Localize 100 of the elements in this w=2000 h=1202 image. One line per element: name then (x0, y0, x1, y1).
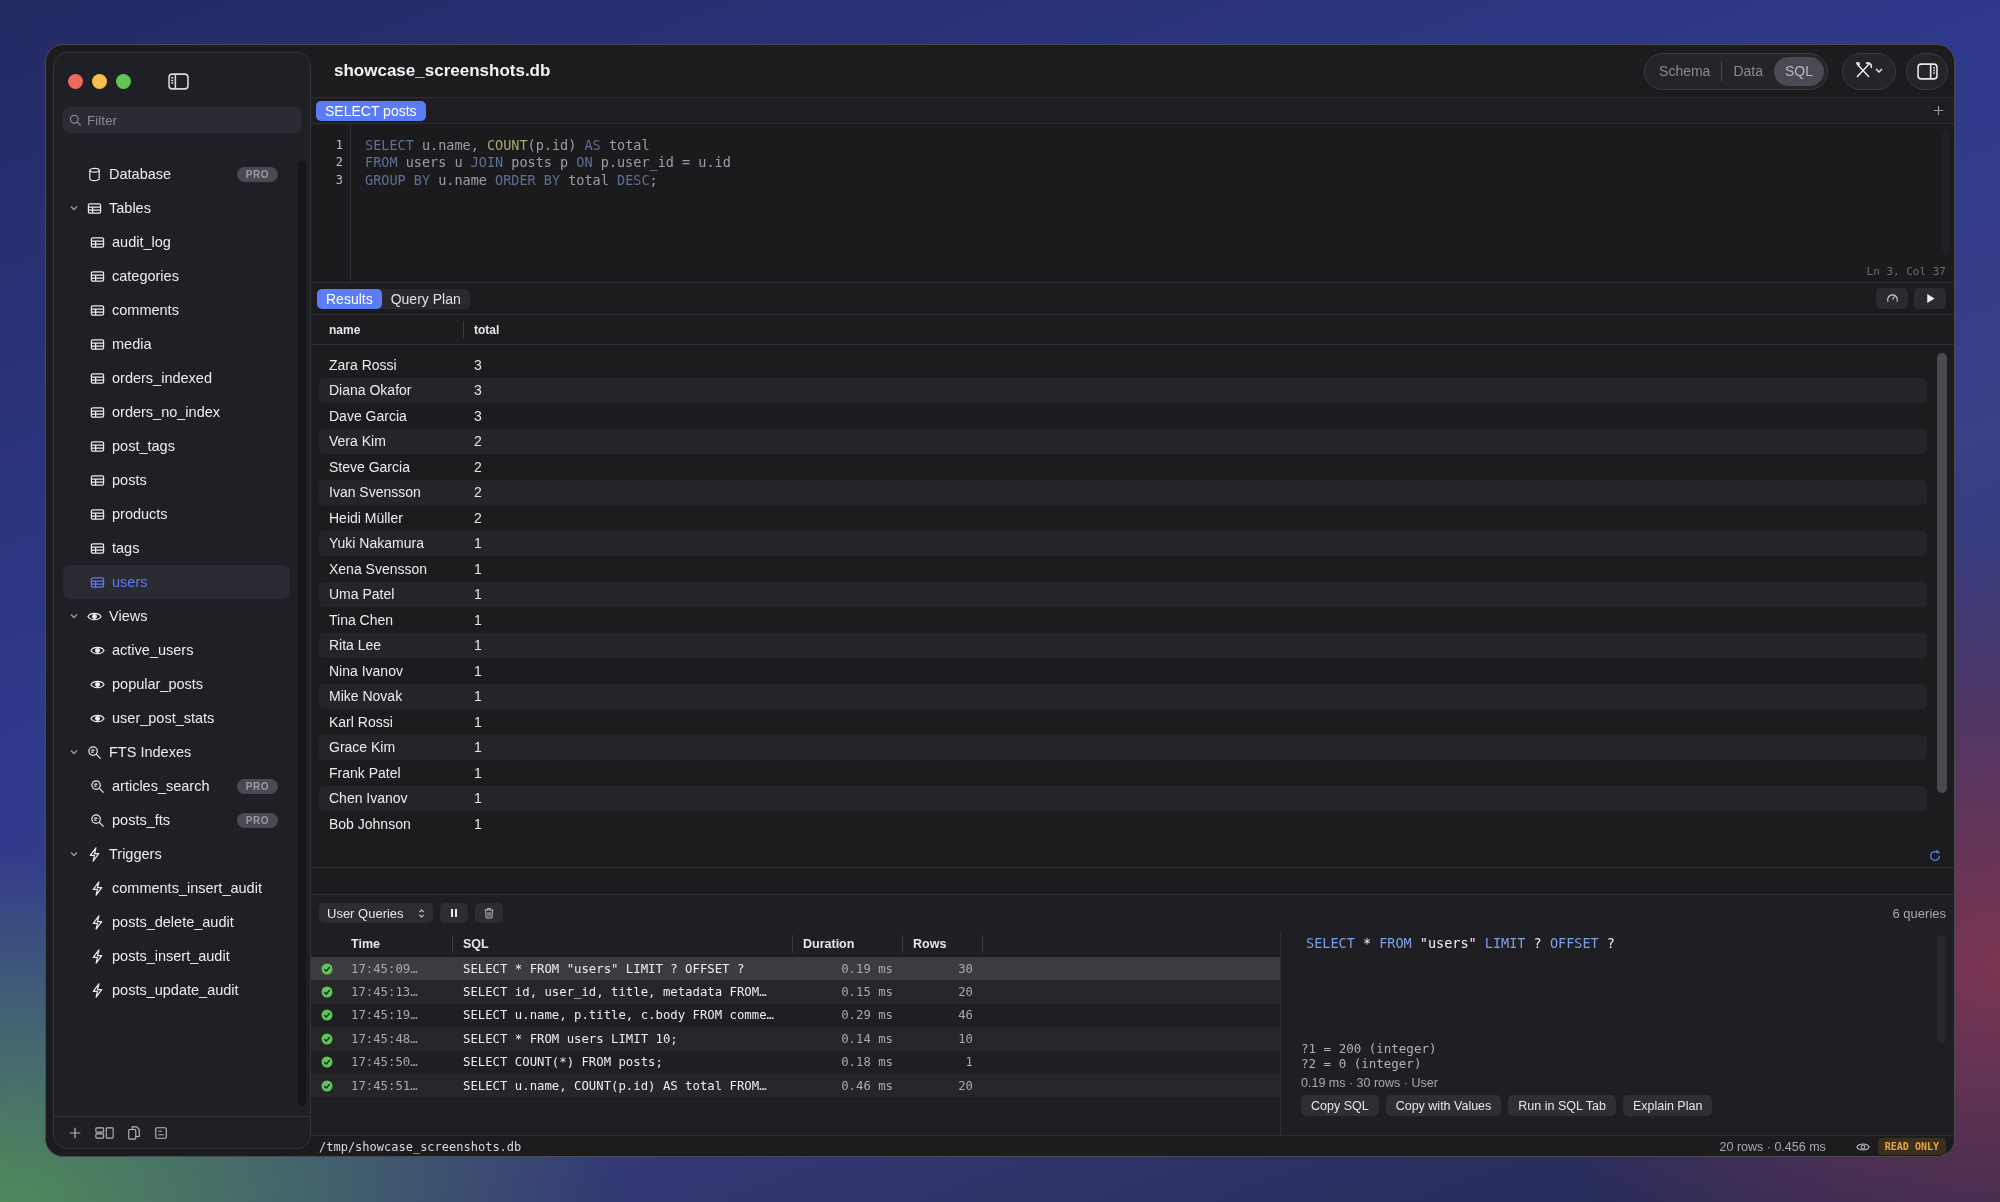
table-cell-text: Chen Ivanov (329, 790, 409, 807)
tree-item[interactable]: posts_delete_audit (63, 905, 290, 939)
query-row[interactable]: 17:45:19… SELECT u.name, p.title, c.body FROM comme… 0.29 ms 46 (311, 1003, 1280, 1028)
result-tab[interactable]: Results (317, 288, 382, 309)
tree-item[interactable]: user_post_stats (63, 701, 290, 735)
tree-item[interactable]: orders_indexed (63, 361, 290, 395)
code-line: SELECT u.name, COUNT(p.id) AS total (365, 137, 651, 155)
tree-item[interactable]: Triggers (63, 837, 290, 871)
lightning-icon (90, 880, 105, 896)
copy-icon[interactable] (127, 1125, 141, 1140)
view-tab[interactable]: Schema (1648, 56, 1722, 86)
tree-item[interactable]: FTS Indexes (63, 735, 290, 769)
table-icon (90, 506, 105, 522)
table-cell-text: SELECT u.name, COUNT(p.id) AS total FROM… (462, 1078, 768, 1093)
tree-item[interactable]: articles_search PRO (63, 769, 290, 803)
chevron-icon[interactable] (69, 203, 79, 213)
tree-item[interactable]: Tables (63, 191, 290, 225)
tree-item[interactable]: posts_fts PRO (63, 803, 290, 837)
action-button[interactable]: Copy SQL (1301, 1095, 1379, 1116)
column-header[interactable]: name (329, 320, 464, 339)
tree-item[interactable]: posts_insert_audit (63, 939, 290, 973)
action-button[interactable]: Run in SQL Tab (1508, 1095, 1616, 1116)
table-icon (90, 370, 105, 386)
tree-item[interactable]: Views (63, 599, 290, 633)
table-cell-text: Heidi Müller (329, 509, 404, 526)
gauge-button[interactable] (1876, 288, 1908, 309)
search-icon (90, 812, 105, 828)
tree-item[interactable]: orders_no_index (63, 395, 290, 429)
layout-icon[interactable] (95, 1125, 114, 1140)
tree-item[interactable]: comments_insert_audit (63, 871, 290, 905)
zoom-window-button[interactable] (116, 73, 131, 89)
view-tab[interactable]: SQL (1774, 56, 1824, 86)
filter-field[interactable]: Filter (62, 107, 302, 133)
query-filter-select[interactable]: User Queries (319, 903, 433, 923)
scrollbar[interactable] (1937, 353, 1947, 793)
tree-item[interactable]: posts (63, 463, 290, 497)
tree-item[interactable]: categories (63, 259, 290, 293)
tree-item[interactable]: comments (63, 293, 290, 327)
inspector-toggle-button[interactable] (1906, 52, 1948, 90)
query-tab[interactable]: SELECT posts (316, 100, 426, 121)
pause-button[interactable] (439, 903, 468, 923)
plus-icon[interactable] (68, 1125, 82, 1140)
chevron-icon[interactable] (69, 849, 79, 859)
column-header[interactable]: Duration (793, 935, 903, 953)
query-row[interactable]: 17:45:50… SELECT COUNT(*) FROM posts; 0.18 ms 1 (311, 1050, 1280, 1074)
action-button[interactable]: Explain Plan (1622, 1095, 1713, 1116)
tree-item[interactable]: post_tags (63, 429, 290, 463)
table-cell-text: SELECT COUNT(*) FROM posts; (462, 1055, 664, 1070)
column-header[interactable]: SQL (453, 935, 793, 953)
table-cell-text: Steve Garcia (329, 458, 411, 475)
tree-item[interactable]: posts_update_audit (63, 973, 290, 1007)
run-button[interactable] (1914, 288, 1946, 309)
query-row[interactable]: 17:45:09… SELECT * FROM "users" LIMIT ? OFFSET ? 0.19 ms 30 (311, 957, 1280, 981)
tree-item[interactable]: media (63, 327, 290, 361)
search-icon (69, 113, 82, 127)
updown-caret-icon (417, 907, 425, 919)
chevron-icon[interactable] (69, 747, 79, 757)
query-row[interactable]: 17:45:51… SELECT u.name, COUNT(p.id) AS total FROM… 0.46 ms 20 (311, 1073, 1280, 1098)
column-header[interactable]: Rows (903, 935, 983, 953)
table-cell: 1 (474, 739, 482, 756)
table-cell-text: Tina Chen (329, 611, 395, 628)
refresh-icon[interactable] (1928, 849, 1942, 863)
table-cell-text: Vera Kim (329, 433, 387, 450)
tree-item[interactable]: audit_log (63, 225, 290, 259)
column-header[interactable]: Time (343, 935, 453, 953)
tree-item[interactable]: users (63, 565, 290, 599)
tree-item[interactable]: Database PRO (63, 157, 290, 191)
minimize-window-button[interactable] (92, 73, 107, 89)
tree-item[interactable]: tags (63, 531, 290, 565)
code-editor[interactable]: 1 2 3 SELECT u.name, COUNT(p.id) AS total FROM users u JOIN posts p ON p.user_id = u.id GROUP BY u.name ORDER BY total DESC; Ln 3, Col 37 (311, 124, 1954, 283)
file-path: /tmp/showcase_screenshots.db (319, 1139, 522, 1154)
table-cell-text: Grace Kim (329, 739, 397, 756)
document-icon[interactable] (154, 1125, 168, 1140)
sidebar-panel-icon (1916, 62, 1938, 80)
table-cell-text: SELECT * FROM "users" LIMIT ? OFFSET ? (462, 961, 746, 976)
query-row[interactable]: 17:45:48… SELECT * FROM users LIMIT 10; 0.14 ms 10 (311, 1027, 1280, 1051)
chevron-icon[interactable] (69, 611, 79, 621)
table-cell-text: Frank Patel (329, 764, 402, 781)
sidebar-toggle-icon[interactable] (168, 72, 189, 90)
table-cell: 1 (474, 611, 482, 628)
close-window-button[interactable] (68, 73, 83, 89)
table-cell-text: 20 (957, 985, 974, 1000)
table-cell: 1 (474, 790, 482, 807)
table-cell-text: Karl Rossi (329, 713, 394, 730)
sql-preview: SELECT * FROM "users" LIMIT ? OFFSET ? (1305, 935, 1616, 953)
delete-button[interactable] (474, 903, 503, 923)
table-cell-text: Xena Svensson (329, 560, 429, 577)
tools-button[interactable] (1842, 52, 1896, 90)
tree-item[interactable]: popular_posts (63, 667, 290, 701)
table-icon (90, 404, 105, 420)
query-row[interactable]: 17:45:13… SELECT id, user_id, title, metadata FROM… 0.15 ms 20 (311, 980, 1280, 1004)
lightning-icon (90, 982, 105, 998)
view-tab[interactable]: Data (1722, 56, 1774, 86)
tree-item[interactable]: active_users (63, 633, 290, 667)
plus-icon[interactable] (1933, 105, 1944, 116)
action-button[interactable]: Copy with Values (1385, 1095, 1502, 1116)
database-icon (87, 166, 102, 182)
result-tab[interactable]: Query Plan (381, 288, 470, 309)
tree-item[interactable]: products (63, 497, 290, 531)
column-header[interactable]: total (464, 322, 500, 337)
